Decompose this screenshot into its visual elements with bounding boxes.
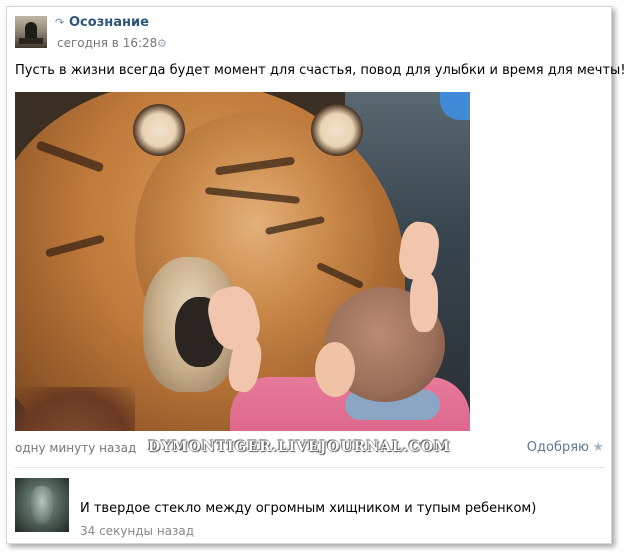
post-card: ↷ Осознание сегодня в 16:28 ⚙ Пусть в жи… [6, 6, 625, 544]
baby-face [315, 342, 355, 397]
avatar-ground [19, 38, 43, 44]
commenter-face [29, 486, 55, 524]
tiger-ear-right [311, 104, 363, 156]
photo-watermark: DYMONTIGER.LIVEJOURNAL.COM [148, 439, 451, 455]
post-ago[interactable]: одну минуту назад [15, 441, 136, 455]
post-meta-row: одну минуту назад DYMONTIGER.LIVEJOURNAL… [15, 439, 605, 457]
post-text: Пусть в жизни всегда будет момент для сч… [15, 63, 625, 78]
photo-foreground-blur [15, 387, 135, 431]
tiger-ear-left [133, 104, 185, 156]
baby-arm-right [410, 272, 438, 332]
comment-text: И твердое стекло между огромным хищником… [80, 501, 537, 516]
post-time[interactable]: сегодня в 16:28 [57, 36, 157, 50]
author-name[interactable]: Осознание [69, 15, 149, 30]
divider [15, 467, 605, 468]
author-avatar[interactable] [15, 16, 47, 48]
gear-icon[interactable]: ⚙ [157, 38, 168, 49]
comment-time[interactable]: 34 секунды назад [80, 524, 194, 538]
post-photo[interactable] [15, 92, 470, 431]
repost-icon: ↷ [55, 16, 65, 29]
commenter-avatar[interactable] [15, 478, 69, 532]
like-button[interactable]: Одобряю [527, 440, 589, 455]
star-icon[interactable]: ★ [592, 440, 604, 455]
